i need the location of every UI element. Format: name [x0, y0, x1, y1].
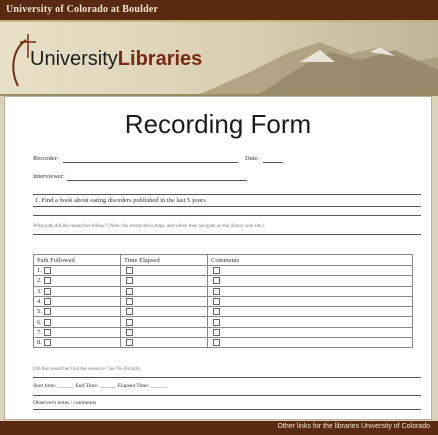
- table-row: 8.: [33, 337, 413, 349]
- row-checkbox[interactable]: [43, 308, 51, 316]
- comment-checkbox[interactable]: [213, 339, 220, 347]
- interviewer-line: [67, 180, 247, 181]
- row-checkbox[interactable]: [43, 277, 51, 285]
- divider-2: [33, 206, 421, 207]
- row-number: 3.: [37, 287, 42, 295]
- row-number: 7.: [37, 328, 42, 336]
- top-bar: University of Colorado at Boulder: [0, 0, 438, 22]
- row-number: 5.: [37, 308, 42, 316]
- footer-links[interactable]: Other links for the libraries University…: [277, 423, 430, 430]
- comment-checkbox[interactable]: [213, 308, 220, 316]
- row-checkbox[interactable]: [43, 339, 51, 347]
- comment-checkbox[interactable]: [213, 298, 220, 306]
- comment-checkbox[interactable]: [213, 318, 220, 326]
- column-header: Comments: [207, 254, 413, 266]
- interviewer-label: Interviewer:: [33, 173, 65, 180]
- row-number: 2.: [37, 277, 42, 285]
- logo-text-university: University: [30, 48, 118, 70]
- time-checkbox[interactable]: [126, 287, 133, 295]
- time-checkbox[interactable]: [126, 308, 133, 316]
- row-checkbox[interactable]: [43, 318, 51, 326]
- recorder-label: Recorder:: [33, 155, 59, 162]
- table-row: 1.: [33, 264, 413, 277]
- form-document: Recording Form Recorder: Date: Interview…: [4, 96, 432, 420]
- table-row: 3.: [33, 285, 413, 297]
- university-name[interactable]: University of Colorado at Boulder: [6, 4, 158, 15]
- row-number: 1.: [37, 267, 42, 275]
- comment-checkbox[interactable]: [213, 267, 220, 275]
- comment-checkbox[interactable]: [213, 287, 220, 295]
- time-checkbox[interactable]: [126, 298, 133, 306]
- table-row: 7.: [33, 326, 413, 339]
- row-number: 6.: [37, 318, 42, 326]
- library-logo[interactable]: UniversityLibraries: [30, 48, 202, 71]
- table-row: 6.: [33, 316, 413, 328]
- row-number: 4.: [37, 298, 42, 306]
- recorder-line: [63, 162, 238, 163]
- question-1: 1. Find a book about eating disorders pu…: [35, 197, 208, 204]
- divider-6: [33, 395, 421, 396]
- column-header: Path Followed: [33, 254, 121, 266]
- time-checkbox[interactable]: [126, 318, 133, 326]
- row-checkbox[interactable]: [43, 328, 51, 336]
- library-banner: UniversityLibraries: [0, 22, 438, 96]
- column-header: Time Elapsed: [120, 254, 208, 266]
- divider-1: [33, 194, 421, 195]
- path-table: Path Followed Time Elapsed Comments 1. 2…: [33, 254, 413, 349]
- page-title: Recording Form: [124, 109, 312, 139]
- row-checkbox[interactable]: [43, 267, 51, 275]
- row-checkbox[interactable]: [43, 287, 51, 295]
- table-row: 4.: [33, 295, 413, 308]
- page-frame: University of Colorado at Boulder Univer…: [0, 0, 438, 435]
- row-checkbox[interactable]: [43, 298, 51, 306]
- comment-checkbox[interactable]: [213, 277, 220, 285]
- divider-7: [33, 409, 421, 410]
- time-checkbox[interactable]: [126, 339, 133, 347]
- time-checkbox[interactable]: [126, 328, 133, 336]
- time-line: Start time: ______ End Time: ______ Elap…: [33, 383, 168, 389]
- table-header-row: Path Followed Time Elapsed Comments: [33, 254, 413, 266]
- time-checkbox[interactable]: [126, 267, 133, 275]
- notes-label: Observer's notes / comments: [33, 400, 97, 406]
- logo-text-libraries: Libraries: [117, 48, 203, 70]
- date-line: [263, 162, 283, 163]
- date-label: Date:: [245, 155, 260, 162]
- comment-checkbox[interactable]: [213, 328, 220, 336]
- table-row: 2.: [33, 275, 413, 287]
- question-3: Did the researcher find the resource? Ye…: [33, 367, 141, 372]
- divider-3: [33, 215, 421, 216]
- footer-bar: Other links for the libraries University…: [0, 421, 438, 435]
- row-number: 8.: [37, 339, 42, 347]
- table-row: 5.: [33, 306, 413, 318]
- question-2: What path did the researcher follow? (No…: [33, 224, 265, 229]
- divider-4: [33, 234, 421, 235]
- divider-5: [33, 377, 421, 378]
- time-checkbox[interactable]: [126, 277, 133, 285]
